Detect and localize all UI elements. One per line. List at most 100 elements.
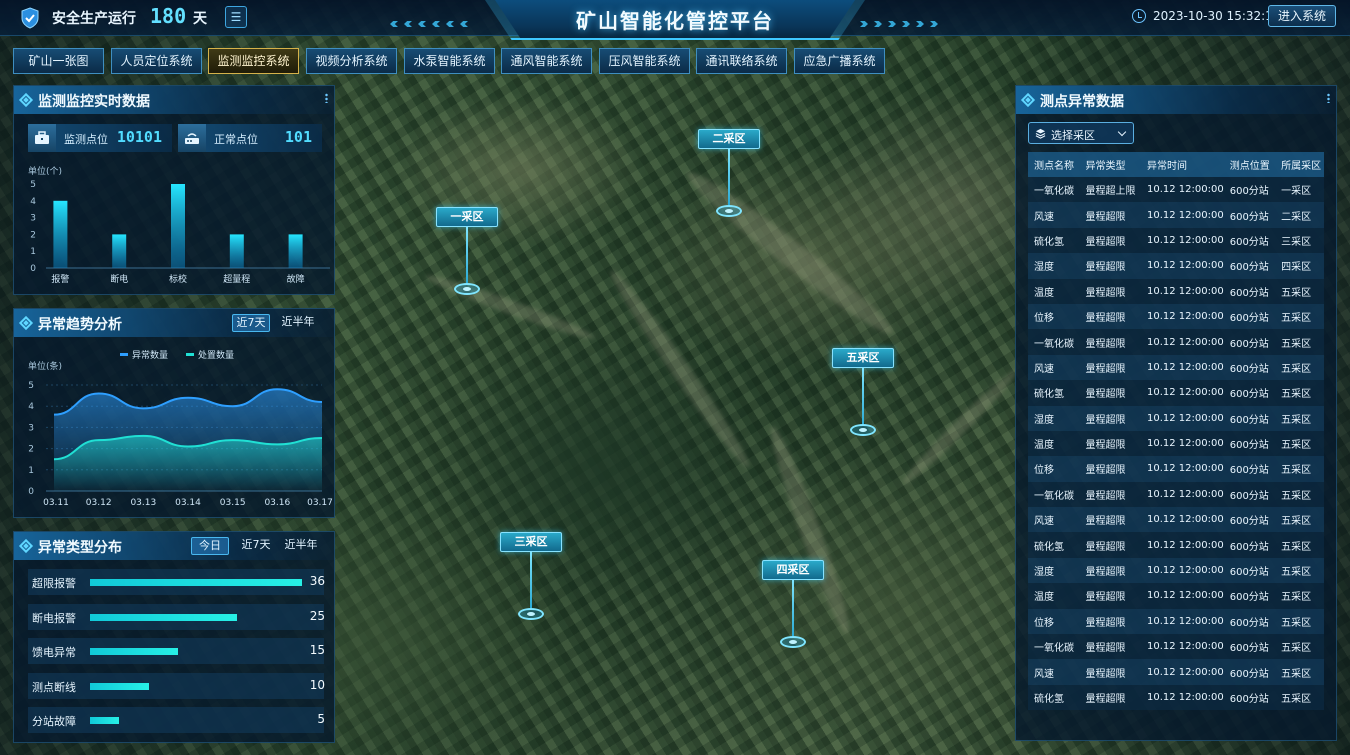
table-row[interactable]: 一氧化碳 量程超限 10.12 12:00:00 600分站 五采区	[1028, 481, 1324, 508]
bar-断电[interactable]	[112, 234, 127, 268]
type-value: 25	[309, 608, 325, 623]
nav-tab-video[interactable]: 视频分析系统	[306, 48, 397, 74]
table-cell: 10.12 12:00:00	[1141, 659, 1224, 685]
table-cell: 五采区	[1275, 684, 1324, 711]
bar-故障[interactable]	[288, 234, 303, 268]
table-row[interactable]: 湿度 量程超限 10.12 12:00:00 600分站 五采区	[1028, 405, 1324, 431]
marker-stem	[728, 149, 730, 205]
table-cell: 量程超限	[1079, 557, 1141, 584]
marker-label: 四采区	[762, 560, 824, 580]
table-cell: 湿度	[1028, 405, 1080, 431]
nav-tab-broadcast[interactable]: 应急广播系统	[794, 48, 885, 74]
table-cell: 五采区	[1275, 481, 1324, 508]
table-cell: 三采区	[1275, 227, 1324, 254]
bar-超量程[interactable]	[229, 234, 244, 268]
table-row[interactable]: 硫化氢 量程超限 10.12 12:00:00 600分站 五采区	[1028, 380, 1324, 406]
type-value: 15	[309, 643, 325, 657]
nav-tab-ventilation[interactable]: 通风智能系统	[501, 48, 592, 74]
nav-tab-compressed-air[interactable]: 压风智能系统	[599, 48, 690, 74]
table-row[interactable]: 风速 量程超限 10.12 12:00:00 600分站 二采区	[1028, 202, 1324, 228]
panel-header: 监测监控实时数据	[14, 86, 334, 114]
marker-stem	[862, 368, 864, 426]
type-bar-row[interactable]: 超限报警 36	[28, 569, 325, 595]
table-row[interactable]: 位移 量程超限 10.12 12:00:00 600分站 五采区	[1028, 608, 1324, 635]
table-row[interactable]: 湿度 量程超限 10.12 12:00:00 600分站 五采区	[1028, 557, 1324, 584]
more-icon[interactable]	[1327, 93, 1330, 103]
tab-7-days[interactable]: 近7天	[232, 314, 270, 332]
table-cell: 一采区	[1275, 177, 1324, 203]
table-row[interactable]: 一氧化碳 量程超限 10.12 12:00:00 600分站 五采区	[1028, 634, 1324, 660]
table-cell: 五采区	[1275, 532, 1324, 558]
zone-select[interactable]: 选择采区	[1028, 122, 1134, 144]
panel-header: 测点异常数据	[1016, 86, 1336, 114]
table-cell: 10.12 12:00:00	[1141, 684, 1224, 711]
type-bar-row[interactable]: 馈电异常 15	[28, 638, 325, 664]
type-bar-fill	[90, 648, 179, 655]
x-tick-label: 03.15	[220, 498, 246, 508]
nav-tab-mine-map[interactable]: 矿山一张图	[13, 48, 104, 74]
menu-toggle-icon[interactable]: ☰	[225, 6, 247, 28]
type-bar-row[interactable]: 分站故障 5	[28, 707, 325, 733]
table-cell: 600分站	[1223, 557, 1276, 584]
table-cell: 五采区	[1275, 557, 1324, 584]
marker-stem	[792, 580, 794, 636]
marker-pin-icon	[716, 205, 742, 217]
table-row[interactable]: 温度 量程超限 10.12 12:00:00 600分站 五采区	[1028, 583, 1324, 609]
type-bar-track	[90, 648, 302, 655]
nav-tab-pump[interactable]: 水泵智能系统	[404, 48, 495, 74]
column-header: 异常类型	[1079, 152, 1141, 177]
table-row[interactable]: 硫化氢 量程超限 10.12 12:00:00 600分站 五采区	[1028, 684, 1324, 711]
table-cell: 五采区	[1275, 608, 1324, 635]
tab-half-year[interactable]: 近半年	[280, 537, 322, 555]
table-row[interactable]: 硫化氢 量程超限 10.12 12:00:00 600分站 三采区	[1028, 227, 1324, 254]
panel-header: 异常类型分布 今日 近7天 近半年	[14, 532, 334, 560]
table-cell: 五采区	[1275, 278, 1324, 304]
bar-标校[interactable]	[171, 184, 185, 268]
nav-tab-communication[interactable]: 通讯联络系统	[696, 48, 787, 74]
table-cell: 量程超限	[1079, 507, 1141, 533]
table-row[interactable]: 风速 量程超限 10.12 12:00:00 600分站 五采区	[1028, 354, 1324, 381]
table-row[interactable]: 位移 量程超限 10.12 12:00:00 600分站 五采区	[1028, 303, 1324, 330]
header-deco-right	[860, 12, 960, 27]
table-row[interactable]: 位移 量程超限 10.12 12:00:00 600分站 五采区	[1028, 456, 1324, 482]
table-row[interactable]: 温度 量程超限 10.12 12:00:00 600分站 五采区	[1028, 278, 1324, 304]
table-row[interactable]: 湿度 量程超限 10.12 12:00:00 600分站 四采区	[1028, 253, 1324, 279]
y-tick-label: 0	[30, 264, 36, 274]
more-icon[interactable]	[325, 93, 328, 103]
bar-报警[interactable]	[53, 200, 68, 268]
tab-today[interactable]: 今日	[191, 537, 229, 555]
table-cell: 10.12 12:00:00	[1141, 456, 1224, 482]
x-tick-label: 断电	[110, 273, 128, 285]
table-cell: 五采区	[1275, 329, 1324, 355]
table-cell: 10.12 12:00:00	[1141, 380, 1224, 406]
tab-half-year[interactable]: 近半年	[278, 314, 318, 332]
table-cell: 五采区	[1275, 380, 1324, 406]
table-row[interactable]: 硫化氢 量程超限 10.12 12:00:00 600分站 五采区	[1028, 532, 1324, 558]
nav-tab-personnel[interactable]: 人员定位系统	[111, 48, 202, 74]
table-row[interactable]: 风速 量程超限 10.12 12:00:00 600分站 五采区	[1028, 507, 1324, 533]
table-cell: 量程超限	[1079, 253, 1141, 279]
type-bar-row[interactable]: 断电报警 25	[28, 603, 325, 630]
enter-system-button[interactable]: 进入系统	[1268, 5, 1336, 27]
column-header: 异常时间	[1141, 152, 1224, 177]
table-row[interactable]: 一氧化碳 量程超限 10.12 12:00:00 600分站 五采区	[1028, 329, 1324, 355]
tab-7-days[interactable]: 近7天	[237, 537, 275, 555]
anomaly-data-panel: 测点异常数据 选择采区 测点名称 异常类型 异常时间 测点位置 所属采区 一氧化碳 量程超…	[1015, 85, 1337, 741]
realtime-bar-chart: 0 1 2 3 4 5 报警 断电 标校 超量程 故障	[30, 180, 330, 285]
nav-tab-monitoring[interactable]: 监测监控系统	[208, 48, 299, 74]
table-header-row: 测点名称 异常类型 异常时间 测点位置 所属采区	[1028, 152, 1324, 177]
type-label: 断电报警	[32, 611, 76, 625]
diamond-icon	[18, 315, 34, 331]
layers-icon	[1035, 128, 1046, 139]
type-bar-row[interactable]: 测点断线 10	[28, 672, 325, 699]
type-value: 10	[309, 677, 325, 692]
table-cell: 量程超限	[1079, 583, 1141, 609]
table-row[interactable]: 风速 量程超限 10.12 12:00:00 600分站 五采区	[1028, 659, 1324, 685]
table-cell: 五采区	[1275, 405, 1324, 431]
table-cell: 600分站	[1223, 430, 1276, 457]
table-row[interactable]: 一氧化碳 量程超上限 10.12 12:00:00 600分站 一采区	[1028, 177, 1324, 203]
panel-title: 监测监控实时数据	[38, 94, 150, 110]
y-tick-label: 2	[28, 445, 34, 455]
table-row[interactable]: 温度 量程超限 10.12 12:00:00 600分站 五采区	[1028, 430, 1324, 457]
x-tick-label: 03.13	[130, 498, 156, 508]
